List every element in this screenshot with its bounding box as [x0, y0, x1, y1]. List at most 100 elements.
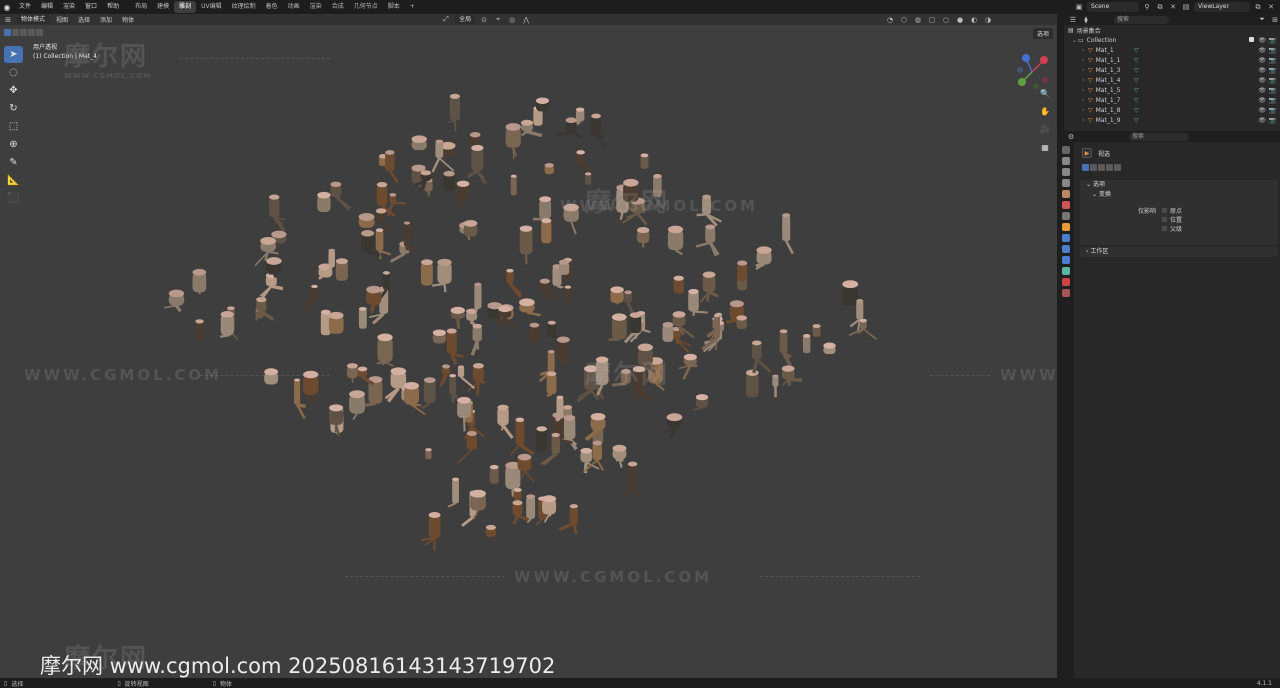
eye-icon[interactable]: 👁	[1258, 117, 1266, 124]
tree-stump[interactable]	[346, 363, 358, 384]
object-tab-icon[interactable]	[1062, 223, 1070, 231]
tree-stump[interactable]	[421, 259, 433, 286]
tree-stump[interactable]	[636, 226, 650, 248]
tree-stump[interactable]	[192, 268, 207, 295]
tool-tab-icon[interactable]	[1062, 146, 1070, 154]
tree-stump[interactable]	[431, 258, 452, 293]
add-workspace-button[interactable]: +	[405, 1, 420, 13]
tree-stump[interactable]	[622, 461, 640, 499]
pin-icon[interactable]: ⚲	[1142, 2, 1152, 12]
render-tab-icon[interactable]	[1062, 157, 1070, 165]
tree-stump[interactable]	[664, 413, 683, 439]
tree-stump[interactable]	[358, 212, 375, 228]
tree-stump[interactable]	[755, 246, 772, 271]
new-scene-icon[interactable]: ⧉	[1155, 2, 1165, 12]
tree-stump[interactable]	[259, 272, 284, 301]
parent-checkbox[interactable]: 父级	[1162, 224, 1182, 233]
collection-checkbox[interactable]	[1249, 37, 1254, 42]
scene-tab-icon[interactable]	[1062, 190, 1070, 198]
tree-stump[interactable]	[385, 150, 399, 183]
properties-editor-icon[interactable]: ⚙	[1066, 132, 1076, 142]
tree-stump[interactable]	[513, 487, 522, 500]
measure-icon[interactable]: 📐	[4, 172, 23, 189]
camera-icon[interactable]: 📷	[1269, 67, 1276, 74]
menu-help[interactable]: 帮助	[102, 0, 124, 14]
grid-view-icon[interactable]: ▦	[1038, 140, 1052, 154]
annotate-icon[interactable]: ✎	[4, 154, 23, 171]
tree-stump[interactable]	[366, 285, 382, 314]
cursor-icon[interactable]: ◌	[4, 64, 23, 81]
tree-stump[interactable]	[564, 285, 572, 303]
tree-stump[interactable]	[624, 290, 634, 314]
tree-stump[interactable]	[673, 275, 684, 294]
outliner-item-row[interactable]: › ▽ Mat_1_4 ▽ 👁 📷	[1064, 75, 1280, 85]
tree-stump[interactable]	[544, 163, 554, 175]
camera-icon[interactable]: 📷	[1269, 87, 1276, 94]
zoom-icon[interactable]: 🔍	[1038, 86, 1052, 100]
tab-texture-paint[interactable]: 纹理绘制	[227, 1, 261, 13]
select-box-icon[interactable]: ➤	[4, 46, 23, 63]
tree-stump[interactable]	[386, 193, 406, 217]
tree-stump[interactable]	[489, 464, 499, 484]
output-tab-icon[interactable]	[1062, 168, 1070, 176]
tree-stump[interactable]	[470, 323, 482, 356]
tree-stump[interactable]	[328, 311, 344, 334]
tree-stump[interactable]	[751, 340, 772, 374]
tab-geometry-nodes[interactable]: 几何节点	[349, 1, 383, 13]
camera-icon[interactable]: 📷	[1269, 97, 1276, 104]
add-cube-icon[interactable]: ⬛	[4, 190, 23, 207]
tree-stump[interactable]	[555, 395, 564, 422]
menu-window[interactable]: 窗口	[80, 0, 102, 14]
tab-rendering[interactable]: 渲染	[305, 1, 327, 13]
tree-stump[interactable]	[463, 219, 478, 237]
select-intersect-icon[interactable]	[36, 29, 43, 36]
editor-type-icon[interactable]: ⊞	[3, 15, 13, 25]
shading-render-icon[interactable]: ◑	[983, 15, 993, 25]
tree-stump[interactable]	[737, 260, 748, 282]
modifier-tab-icon[interactable]	[1062, 234, 1070, 242]
eye-icon[interactable]: 👁	[1258, 47, 1266, 54]
tree-stump[interactable]	[535, 97, 549, 112]
view-layer-field[interactable]: ViewLayer	[1194, 2, 1250, 12]
tree-stump[interactable]	[473, 282, 482, 312]
tree-stump[interactable]	[532, 196, 552, 221]
tree-stump[interactable]	[454, 180, 470, 213]
tree-stump[interactable]	[745, 369, 759, 398]
outliner-item-row[interactable]: › ▽ Mat_1_1 ▽ 👁 📷	[1064, 55, 1280, 65]
tree-stump[interactable]	[536, 426, 547, 453]
tab-animation[interactable]: 动画	[283, 1, 305, 13]
tree-stump[interactable]	[164, 289, 185, 313]
camera-view-icon[interactable]: 🎥	[1038, 122, 1052, 136]
mode-new-icon[interactable]	[1082, 164, 1089, 171]
tree-stump[interactable]	[782, 213, 794, 255]
view-layer-tab-icon[interactable]	[1062, 179, 1070, 187]
tree-stump[interactable]	[443, 170, 455, 191]
new-collection-icon[interactable]: ⊞	[1270, 15, 1280, 25]
tree-stump[interactable]	[640, 153, 649, 169]
tree-stump[interactable]	[219, 311, 234, 338]
tree-stump[interactable]	[317, 191, 331, 213]
tree-stump[interactable]	[610, 286, 624, 305]
visibility-icon[interactable]: ◔	[885, 15, 895, 25]
tab-sculpting[interactable]: 雕刻	[174, 1, 197, 13]
falloff-icon[interactable]: ⋀	[521, 15, 531, 25]
tree-stump[interactable]	[301, 284, 318, 316]
tree-stump[interactable]	[432, 329, 446, 344]
select-invert-icon[interactable]	[28, 29, 35, 36]
scene-field[interactable]: Scene	[1087, 2, 1139, 12]
tree-stump[interactable]	[510, 174, 517, 196]
tree-stump[interactable]	[736, 315, 747, 330]
mode-intersect-icon[interactable]	[1114, 164, 1121, 171]
orientation-dropdown[interactable]: 全局	[455, 15, 476, 24]
tree-stump[interactable]	[779, 329, 793, 367]
tree-stump[interactable]	[411, 135, 427, 151]
tree-stump[interactable]	[466, 144, 487, 184]
camera-icon[interactable]: 📷	[1269, 107, 1276, 114]
outliner-item-row[interactable]: › ▽ Mat_1_5 ▽ 👁 📷	[1064, 85, 1280, 95]
tab-shading[interactable]: 着色	[261, 1, 283, 13]
tab-compositing[interactable]: 合成	[327, 1, 349, 13]
tree-stump[interactable]	[667, 225, 684, 256]
tree-stump[interactable]	[439, 364, 451, 387]
tree-stump[interactable]	[269, 194, 286, 233]
tree-stump[interactable]	[812, 324, 821, 337]
